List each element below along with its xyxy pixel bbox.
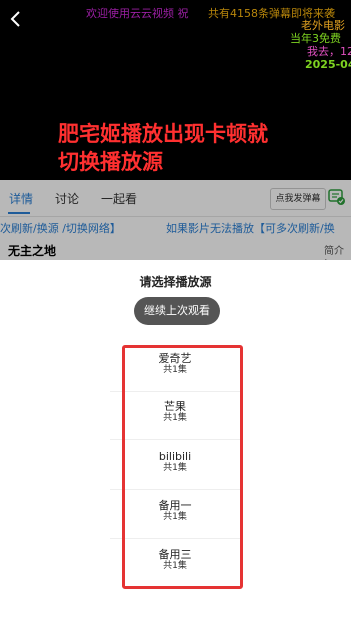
video-player[interactable]: 欢迎使用云云视频 祝 共有4158条弹幕即将来袭 老外电影 当年3免费 我去，1… [0,0,351,180]
danmaku-text: 老外电影 [301,19,345,32]
subtitle-line: 切换播放源 [58,150,163,174]
danmaku-text: 我去，12 [307,45,351,58]
subtitle-line: 肥宅姬播放出现卡顿就 [58,122,268,146]
highlight-box [122,345,243,589]
danmaku-text: 2025-04 [305,58,351,71]
back-arrow-icon[interactable] [8,10,24,28]
continue-watching-button[interactable]: 继续上次观看 [134,297,220,325]
sheet-title: 请选择播放源 [139,275,212,289]
video-subtitle: 肥宅姬播放出现卡顿就 切换播放源 [58,120,268,176]
danmaku-text: 当年3免费 [290,32,341,45]
danmaku-text: 欢迎使用云云视频 祝 [86,7,189,20]
